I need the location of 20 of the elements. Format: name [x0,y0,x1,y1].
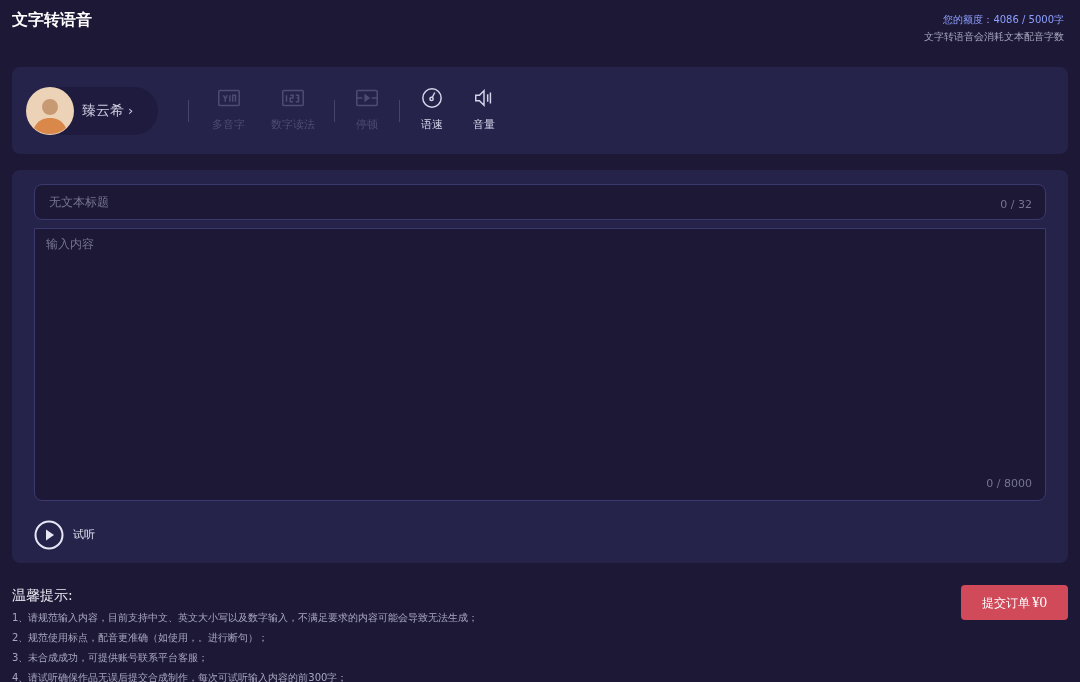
tip-text: 2、规范使用标点，配音更准确（如使用，。进行断句）； [12,631,270,645]
quota-note: 文字转语音会消耗文本配音字数 [924,30,1064,44]
tips-title: 温馨提示: [12,586,74,605]
tip-text: 1、请规范输入内容，目前支持中文、英文大小写以及数字输入，不满足要求的内容可能会导致无法生成； [12,611,479,625]
chevron: › [128,101,134,120]
title-counter: 0 / 32 [1000,197,1032,213]
preview-label[interactable]: 试听 [73,526,95,544]
avatar-icon [26,86,74,135]
quota-text: 您的额度：4086 / 5000字 [943,13,1064,27]
submit-button[interactable]: 提交订单¥0 [961,585,1068,620]
tool-button[interactable]: 音量 [458,87,510,134]
voice-selector[interactable]: 臻云希 › [26,86,158,135]
voice-name: 臻云希 [82,101,124,120]
tool-button[interactable]: 语速 [406,87,458,134]
speedometer-icon [419,87,445,110]
play-icon[interactable] [34,520,64,550]
content-counter: 0 / 8000 [986,475,1032,492]
tip-text: 3、未合成成功，可提供账号联系平台客服； [12,651,210,665]
tip-text: 4、请试听确保作品无误后提交合成制作，每次可试听输入内容的前300字； [12,671,349,682]
page-title: 文字转语音 [12,9,92,31]
